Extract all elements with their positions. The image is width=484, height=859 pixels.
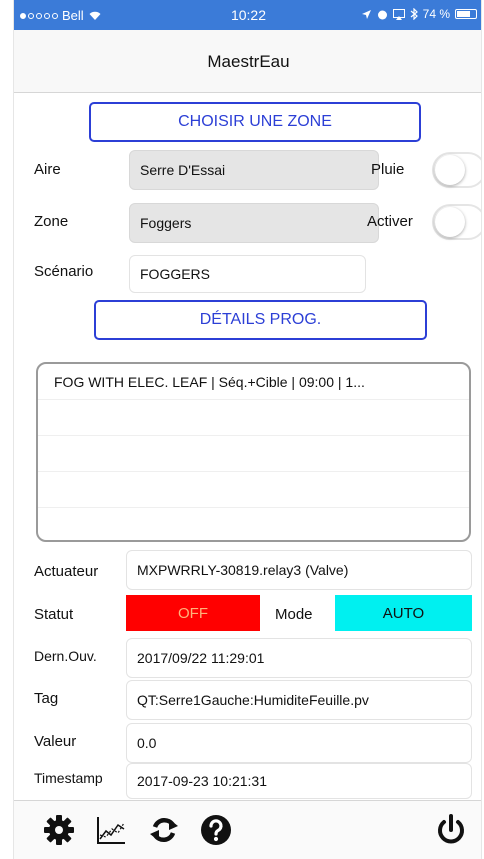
timestamp-field: 2017-09-23 10:21:31 xyxy=(126,763,472,799)
nav-bar: MaestrEau xyxy=(14,30,481,93)
aire-field[interactable]: Serre D'Essai xyxy=(129,150,379,190)
app-screen: Bell 10:22 74 % MaestrEau CHOISIR UNE ZO… xyxy=(13,0,482,859)
statut-off-button[interactable]: OFF xyxy=(126,595,260,631)
dern-ouv-field: 2017/09/22 11:29:01 xyxy=(126,638,472,678)
list-item[interactable] xyxy=(38,472,469,508)
program-list[interactable]: FOG WITH ELEC. LEAF | Séq.+Cible | 09:00… xyxy=(36,362,471,542)
chart-icon[interactable] xyxy=(94,813,128,847)
scenario-label: Scénario xyxy=(34,263,94,280)
valeur-label: Valeur xyxy=(34,733,77,750)
tag-label: Tag xyxy=(34,690,59,707)
mode-label: Mode xyxy=(275,606,313,623)
status-bar: Bell 10:22 74 % xyxy=(14,0,481,30)
actuateur-label: Actuateur xyxy=(34,563,99,580)
toggle-knob xyxy=(435,155,465,185)
pluie-label: Pluie xyxy=(371,161,405,178)
list-item[interactable]: FOG WITH ELEC. LEAF | Séq.+Cible | 09:00… xyxy=(38,364,469,400)
airplay-icon xyxy=(392,8,405,20)
location-icon xyxy=(361,9,371,19)
battery-percent: 74 % xyxy=(422,7,450,21)
aire-label: Aire xyxy=(34,161,61,178)
battery-icon xyxy=(455,9,477,19)
dern-ouv-label: Dern.Ouv. xyxy=(34,648,97,664)
tag-field: QT:Serre1Gauche:HumiditeFeuille.pv xyxy=(126,680,472,720)
valeur-field: 0.0 xyxy=(126,723,472,763)
gear-icon[interactable] xyxy=(42,813,76,847)
choose-zone-button[interactable]: CHOISIR UNE ZONE xyxy=(89,102,421,142)
activer-label: Activer xyxy=(367,213,413,230)
zone-label: Zone xyxy=(34,213,69,230)
power-icon[interactable] xyxy=(434,813,468,847)
scenario-field[interactable]: FOGGERS xyxy=(129,255,366,293)
details-prog-button[interactable]: DÉTAILS PROG. xyxy=(94,300,427,340)
statut-label: Statut xyxy=(34,606,74,623)
bottom-toolbar xyxy=(14,800,481,859)
mode-auto-button[interactable]: AUTO xyxy=(335,595,472,631)
status-indicators: 74 % xyxy=(361,7,477,21)
bluetooth-icon xyxy=(410,8,418,20)
toggle-knob xyxy=(435,207,465,237)
help-icon[interactable] xyxy=(199,813,233,847)
list-item[interactable] xyxy=(38,400,469,436)
alarm-icon xyxy=(377,10,387,19)
list-item[interactable] xyxy=(38,436,469,472)
pluie-toggle[interactable] xyxy=(432,152,481,188)
list-item[interactable] xyxy=(38,508,469,540)
zone-field[interactable]: Foggers xyxy=(129,203,379,243)
timestamp-label: Timestamp xyxy=(34,770,103,786)
actuateur-field: MXPWRRLY-30819.relay3 (Valve) xyxy=(126,550,472,590)
refresh-icon[interactable] xyxy=(147,813,181,847)
activer-toggle[interactable] xyxy=(432,204,481,240)
app-title: MaestrEau xyxy=(207,52,290,71)
